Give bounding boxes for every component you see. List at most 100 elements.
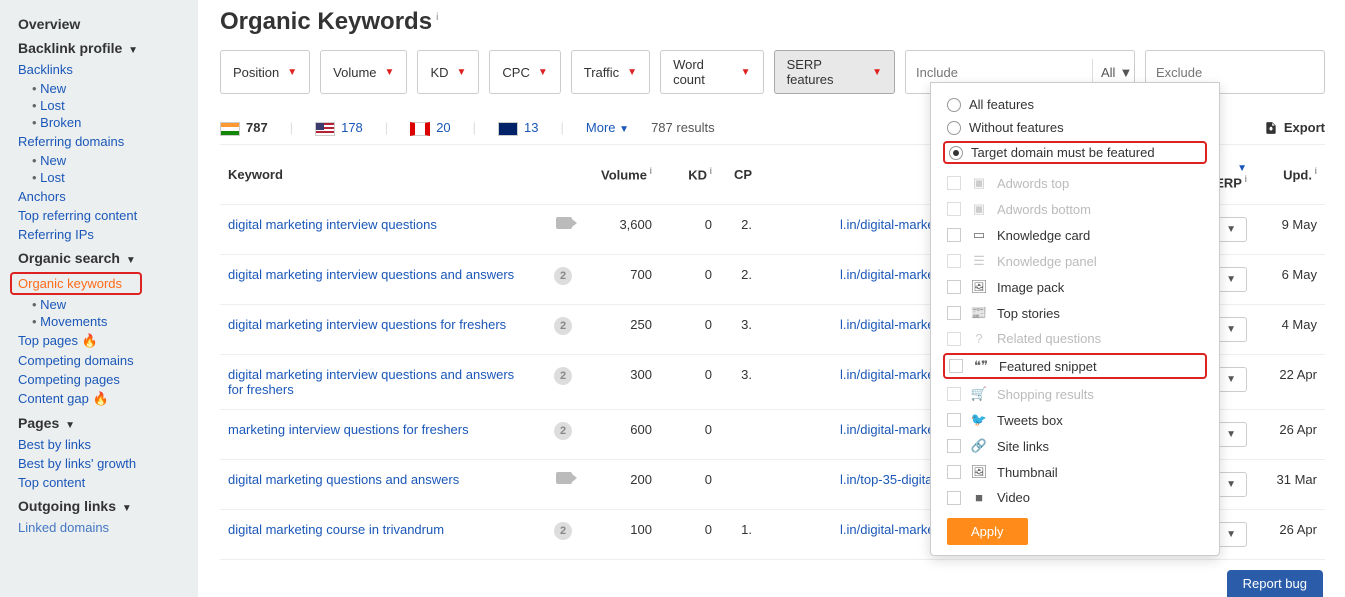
- dd-featured-snippet[interactable]: ❝❞Featured snippet: [943, 353, 1207, 379]
- dd-video[interactable]: ■Video: [931, 485, 1219, 510]
- filter-position[interactable]: Position▼: [220, 50, 310, 94]
- nav-referring-domains[interactable]: Referring domains: [18, 134, 198, 149]
- th-kd[interactable]: KD i: [660, 145, 720, 205]
- dd-knowledge-panel[interactable]: ☰Knowledge panel: [931, 248, 1219, 274]
- dd-top-stories[interactable]: 📰Top stories: [931, 300, 1219, 326]
- keyword-link[interactable]: digital marketing interview questions an…: [228, 267, 514, 282]
- nav-content-gap[interactable]: Content gap 🔥: [18, 391, 198, 407]
- nav-best-by-links[interactable]: Best by links: [18, 437, 198, 452]
- flag-au-icon: [498, 122, 518, 136]
- nav-backlinks-broken[interactable]: Broken: [40, 115, 81, 130]
- kd-cell: 0: [660, 204, 720, 254]
- nav-anchors[interactable]: Anchors: [18, 189, 198, 204]
- cpc-cell: [720, 459, 760, 509]
- dd-image-pack[interactable]: 🖼Image pack: [931, 274, 1219, 300]
- dd-adwords-top[interactable]: ▣Adwords top: [931, 170, 1219, 196]
- nav-competing-domains[interactable]: Competing domains: [18, 353, 198, 368]
- country-ca[interactable]: 20: [410, 120, 450, 136]
- filter-volume[interactable]: Volume▼: [320, 50, 407, 94]
- results-count: 787 results: [651, 120, 715, 135]
- checkbox-icon: [947, 332, 961, 346]
- volume-cell: 100: [580, 509, 660, 559]
- cpc-cell: [720, 409, 760, 459]
- twitter-icon: 🐦: [971, 412, 987, 428]
- nav-refdom-lost[interactable]: Lost: [40, 170, 65, 185]
- card-icon: ▭: [971, 227, 987, 243]
- export-button[interactable]: Export: [1264, 120, 1325, 135]
- th-upd[interactable]: Upd. i: [1255, 145, 1325, 205]
- dd-shopping[interactable]: 🛒Shopping results: [931, 381, 1219, 407]
- nav-overview[interactable]: Overview: [18, 16, 198, 32]
- nav-top-content[interactable]: Top content: [18, 475, 198, 490]
- nav-ok-new[interactable]: New: [40, 297, 66, 312]
- nav-best-by-growth[interactable]: Best by links' growth: [18, 456, 198, 471]
- checkbox-icon: [947, 465, 961, 479]
- dd-tweets[interactable]: 🐦Tweets box: [931, 407, 1219, 433]
- nav-refdom-new[interactable]: New: [40, 153, 66, 168]
- th-cpc[interactable]: CP: [720, 145, 760, 205]
- country-in[interactable]: 787: [220, 120, 268, 136]
- dd-site-links[interactable]: 🔗Site links: [931, 433, 1219, 459]
- nav-competing-pages[interactable]: Competing pages: [18, 372, 198, 387]
- keyword-link[interactable]: digital marketing questions and answers: [228, 472, 459, 487]
- snippet-icon: ❝❞: [973, 358, 989, 374]
- include-input[interactable]: [916, 65, 1092, 80]
- kd-cell: 0: [660, 354, 720, 409]
- nav-referring-ips[interactable]: Referring IPs: [18, 227, 198, 242]
- filter-traffic[interactable]: Traffic▼: [571, 50, 650, 94]
- report-bug-button[interactable]: Report bug: [1227, 570, 1323, 597]
- nav-pages[interactable]: Pages ▼: [18, 415, 198, 431]
- keyword-link[interactable]: digital marketing interview questions: [228, 217, 437, 232]
- country-more[interactable]: More ▼: [586, 120, 629, 135]
- country-au[interactable]: 13: [498, 120, 538, 136]
- apply-button[interactable]: Apply: [947, 518, 1028, 545]
- dd-related-questions[interactable]: ?Related questions: [931, 326, 1219, 351]
- keyword-link[interactable]: digital marketing course in trivandrum: [228, 522, 444, 537]
- nav-backlinks[interactable]: Backlinks: [18, 62, 198, 77]
- radio-on-icon: [949, 146, 963, 160]
- kd-cell: 0: [660, 459, 720, 509]
- dd-adwords-bottom[interactable]: ▣Adwords bottom: [931, 196, 1219, 222]
- th-keyword[interactable]: Keyword: [220, 145, 540, 205]
- keyword-link[interactable]: digital marketing interview questions an…: [228, 367, 514, 397]
- filter-serp-features[interactable]: SERP features▼: [774, 50, 895, 94]
- count-badge: 2: [554, 422, 572, 440]
- dd-thumbnail[interactable]: 🖼Thumbnail: [931, 459, 1219, 485]
- updated-cell: 6 May: [1255, 254, 1325, 304]
- country-us[interactable]: 178: [315, 120, 363, 136]
- dd-knowledge-card[interactable]: ▭Knowledge card: [931, 222, 1219, 248]
- nav-backlink-profile[interactable]: Backlink profile ▼: [18, 40, 198, 56]
- volume-cell: 3,600: [580, 204, 660, 254]
- filter-cpc[interactable]: CPC▼: [489, 50, 560, 94]
- nav-organic-keywords[interactable]: Organic keywords: [18, 276, 122, 291]
- flag-ca-icon: [410, 122, 430, 136]
- checkbox-icon: [947, 413, 961, 427]
- volume-cell: 300: [580, 354, 660, 409]
- filter-word-count[interactable]: Word count▼: [660, 50, 763, 94]
- count-badge: 2: [554, 522, 572, 540]
- dd-target-featured[interactable]: Target domain must be featured: [943, 141, 1207, 164]
- dd-without-features[interactable]: Without features: [931, 116, 1219, 139]
- kd-cell: 0: [660, 509, 720, 559]
- nav-top-ref-content[interactable]: Top referring content: [18, 208, 198, 223]
- video-icon: ■: [971, 490, 987, 505]
- nav-backlinks-lost[interactable]: Lost: [40, 98, 65, 113]
- nav-backlinks-new[interactable]: New: [40, 81, 66, 96]
- cpc-cell: 3.: [720, 354, 760, 409]
- th-volume[interactable]: Volume i: [580, 145, 660, 205]
- volume-cell: 250: [580, 304, 660, 354]
- keyword-link[interactable]: digital marketing interview questions fo…: [228, 317, 506, 332]
- video-icon: [556, 217, 572, 229]
- nav-linked-domains[interactable]: Linked domains: [18, 520, 198, 535]
- nav-organic-search[interactable]: Organic search ▼: [18, 250, 198, 266]
- nav-ok-movements[interactable]: Movements: [40, 314, 107, 329]
- nav-outgoing[interactable]: Outgoing links ▼: [18, 498, 198, 514]
- updated-cell: 22 Apr: [1255, 354, 1325, 409]
- radio-icon: [947, 98, 961, 112]
- keyword-link[interactable]: marketing interview questions for freshe…: [228, 422, 469, 437]
- nav-top-pages[interactable]: Top pages 🔥: [18, 333, 198, 349]
- updated-cell: 31 Mar: [1255, 459, 1325, 509]
- flag-us-icon: [315, 122, 335, 136]
- filter-kd[interactable]: KD▼: [417, 50, 479, 94]
- dd-all-features[interactable]: All features: [931, 93, 1219, 116]
